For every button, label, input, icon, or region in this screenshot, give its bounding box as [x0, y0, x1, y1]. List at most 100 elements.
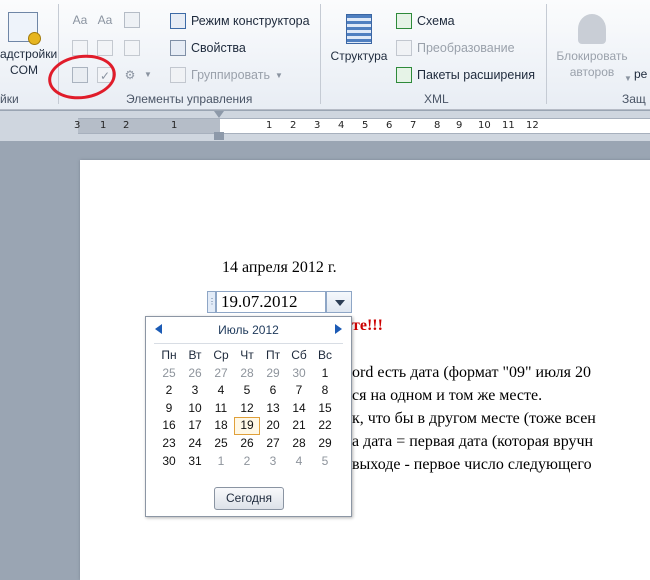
picture-control-icon[interactable] [124, 12, 140, 28]
calendar-day[interactable]: 31 [182, 453, 208, 471]
expansion-packs-label: Пакеты расширения [417, 68, 535, 82]
ruler-tick: 2 [123, 120, 130, 131]
doc-line-6: а дата = первая дата (которая вручн [352, 433, 594, 450]
schema-icon [396, 13, 412, 29]
ruler-tick: 1 [266, 120, 273, 131]
properties-button[interactable]: Свойства [170, 40, 246, 56]
ruler-tick: 3 [74, 120, 81, 131]
design-mode-button[interactable]: Режим конструктора [170, 13, 310, 29]
calendar-day[interactable]: 22 [312, 417, 338, 435]
doc-line-5: к, что бы в другом месте (тоже всен [352, 410, 596, 427]
calendar-day[interactable]: 11 [208, 400, 234, 418]
calendar-day[interactable]: 5 [312, 453, 338, 471]
com-addins-button[interactable]: адстройки COM [0, 12, 57, 78]
today-button[interactable]: Сегодня [214, 487, 284, 510]
group-icon [170, 67, 186, 83]
ruler-tick: 7 [410, 120, 417, 131]
calendar-week-row: 16 17 18 19 20 21 22 [156, 417, 344, 435]
ruler-tick: 12 [526, 120, 539, 131]
calendar-day[interactable]: 25 [156, 365, 182, 383]
next-month-icon[interactable] [335, 324, 342, 334]
calendar-day[interactable]: 23 [156, 435, 182, 453]
calendar-day[interactable]: 28 [286, 435, 312, 453]
calendar-day[interactable]: 6 [260, 382, 286, 400]
structure-label: Структура [330, 49, 388, 63]
calendar-day[interactable]: 30 [286, 365, 312, 383]
block-authors-icon [578, 14, 606, 44]
structure-button[interactable]: Структура [328, 14, 390, 64]
restrict-editing-button[interactable]: ре [634, 66, 650, 82]
legacy-tools-icon[interactable]: ⚙ [122, 67, 138, 83]
calendar-day[interactable]: 1 [312, 365, 338, 383]
rich-text-control-icon[interactable]: Aa [72, 12, 88, 28]
block-authors-label-2: авторов [569, 65, 615, 79]
group-button[interactable]: Группировать ▼ [170, 67, 283, 83]
ruler-tick: 8 [434, 120, 441, 131]
calendar-day[interactable]: 3 [260, 453, 286, 471]
calendar-day[interactable]: 8 [312, 382, 338, 400]
weekday-header-row: Пн Вт Ср Чт Пт Сб Вс [156, 347, 344, 365]
calendar-day[interactable]: 4 [208, 382, 234, 400]
calendar-day[interactable]: 25 [208, 435, 234, 453]
calendar-day[interactable]: 12 [234, 400, 260, 418]
calendar-day[interactable]: 3 [182, 382, 208, 400]
date-content-control[interactable]: ⋮ 19.07.2012 [207, 291, 353, 315]
calendar-day[interactable]: 27 [260, 435, 286, 453]
ruler-tick: 1 [171, 120, 178, 131]
transform-button[interactable]: Преобразование [396, 40, 515, 56]
legacy-tools-dropdown-icon[interactable]: ▼ [144, 70, 152, 79]
calendar-day[interactable]: 19 [234, 417, 260, 435]
calendar-day[interactable]: 20 [260, 417, 286, 435]
calendar-day[interactable]: 27 [208, 365, 234, 383]
calendar-day[interactable]: 17 [182, 417, 208, 435]
calendar-day[interactable]: 24 [182, 435, 208, 453]
calendar-month-title[interactable]: Июль 2012 [146, 319, 351, 341]
calendar-day[interactable]: 29 [260, 365, 286, 383]
calendar-day[interactable]: 18 [208, 417, 234, 435]
calendar-day[interactable]: 26 [234, 435, 260, 453]
doc-line-4: ся на одном и том же месте. [352, 387, 543, 404]
com-addins-label-2: COM [10, 63, 38, 77]
plain-text-control-icon[interactable]: Aa [97, 12, 113, 28]
calendar-week-row: 2345678 [156, 382, 344, 400]
ruler-tick: 2 [290, 120, 297, 131]
doc-line-7: выходе - первое число следующего [352, 456, 592, 473]
expansion-packs-button[interactable]: Пакеты расширения [396, 67, 535, 83]
calendar-day[interactable]: 9 [156, 400, 182, 418]
block-authors-button[interactable]: Блокировать авторов [550, 14, 634, 80]
weekday-label: Чт [240, 348, 254, 362]
calendar-day[interactable]: 21 [286, 417, 312, 435]
calendar-day[interactable]: 2 [234, 453, 260, 471]
combo-box-icon[interactable] [97, 40, 113, 56]
calendar-day[interactable]: 29 [312, 435, 338, 453]
content-control-handle[interactable]: ⋮ [207, 291, 216, 313]
transform-icon [396, 40, 412, 56]
calendar-day[interactable]: 30 [156, 453, 182, 471]
calendar-day[interactable]: 14 [286, 400, 312, 418]
calendar-day[interactable]: 26 [182, 365, 208, 383]
calendar-day[interactable]: 7 [286, 382, 312, 400]
calendar-day[interactable]: 2 [156, 382, 182, 400]
calendar-day[interactable]: 10 [182, 400, 208, 418]
calendar-day[interactable]: 1 [208, 453, 234, 471]
calendar-day[interactable]: 15 [312, 400, 338, 418]
calendar-day[interactable]: 13 [260, 400, 286, 418]
ruler-tick: 5 [362, 120, 369, 131]
left-indent-marker[interactable] [214, 132, 224, 140]
dropdown-list-icon[interactable] [124, 40, 140, 56]
calendar-day[interactable]: 4 [286, 453, 312, 471]
weekday-label: Вт [188, 348, 202, 362]
doc-line-3: ord есть дата (формат "09" июля 20 [352, 364, 592, 381]
first-line-indent-marker[interactable] [214, 111, 224, 118]
schema-button[interactable]: Схема [396, 13, 455, 29]
schema-label: Схема [417, 14, 455, 28]
horizontal-ruler[interactable]: 3 1 2 1 1 2 3 4 5 6 7 8 9 10 11 12 [74, 118, 650, 134]
doc-date-line: 14 апреля 2012 г. [222, 259, 337, 276]
calendar-day[interactable]: 16 [156, 417, 182, 435]
calendar-day[interactable]: 5 [234, 382, 260, 400]
date-dropdown-button[interactable] [326, 291, 352, 313]
design-mode-icon [170, 13, 186, 29]
calendar-day[interactable]: 28 [234, 365, 260, 383]
block-authors-dropdown-icon[interactable]: ▼ [624, 74, 632, 83]
date-value-field[interactable]: 19.07.2012 [216, 291, 326, 313]
